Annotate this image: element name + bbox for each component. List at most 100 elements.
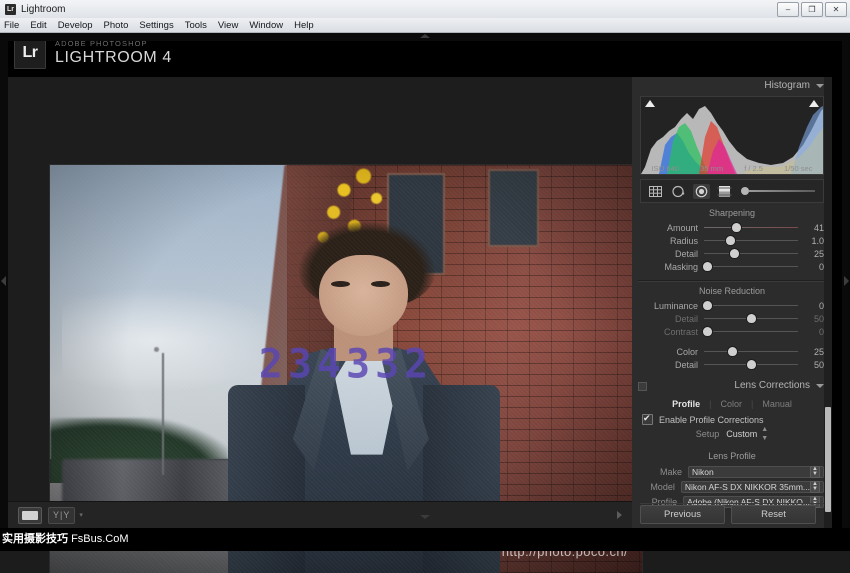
maximize-icon: ❐ bbox=[808, 4, 816, 14]
menu-item-edit[interactable]: Edit bbox=[30, 20, 46, 31]
slider-track-color[interactable] bbox=[704, 346, 798, 357]
lens-corrections-title: Lens Corrections bbox=[734, 380, 810, 391]
slider-track-luminance-detail[interactable] bbox=[704, 313, 798, 324]
exif-shutter: 1/50 sec bbox=[784, 164, 813, 173]
slider-value-detail[interactable]: 25 bbox=[798, 249, 824, 259]
graduated-filter-icon[interactable] bbox=[716, 184, 733, 199]
content-area: 234332 poco 摄影专题 http://photo.poco.cn/ Y… bbox=[8, 77, 642, 573]
close-button[interactable]: ✕ bbox=[825, 2, 847, 17]
lens-make-row[interactable]: Make Nikon ▲ ▼ bbox=[632, 464, 832, 479]
menu-item-develop[interactable]: Develop bbox=[58, 20, 93, 31]
slider-knob[interactable] bbox=[702, 301, 712, 310]
chevron-down-icon[interactable]: ▾ bbox=[79, 511, 83, 519]
lens-corrections-switch[interactable] bbox=[638, 382, 647, 391]
image-canvas[interactable]: 234332 poco 摄影专题 http://photo.poco.cn/ bbox=[8, 77, 642, 573]
enable-profile-corrections-label: Enable Profile Corrections bbox=[659, 414, 764, 425]
slider-knob[interactable] bbox=[726, 236, 736, 245]
reset-button[interactable]: Reset bbox=[731, 505, 816, 524]
right-panel-scrollbar[interactable] bbox=[824, 77, 832, 528]
slider-value-luminance-contrast[interactable]: 0 bbox=[798, 327, 824, 337]
slider-track-luminance-contrast[interactable] bbox=[702, 326, 798, 337]
right-panel: Histogram ISO 640 35 mm f / 2.5 1/50 sec… bbox=[632, 77, 832, 528]
chevron-down-icon[interactable] bbox=[816, 383, 824, 388]
menu-item-view[interactable]: View bbox=[218, 20, 238, 31]
slider-knob[interactable] bbox=[728, 347, 738, 356]
slider-track-color-detail[interactable] bbox=[704, 359, 798, 370]
tab-profile[interactable]: Profile bbox=[663, 399, 709, 409]
exif-focal: 35 mm bbox=[700, 164, 724, 173]
stepper-icon[interactable]: ▲ ▼ bbox=[761, 425, 768, 443]
slider-value-masking[interactable]: 0 bbox=[798, 262, 824, 272]
filmstrip-toggle[interactable] bbox=[420, 515, 430, 519]
identity-plate[interactable]: Lr ADOBE PHOTOSHOP LIGHTROOM 4 bbox=[14, 37, 172, 69]
slider-row[interactable]: Amount 41 bbox=[632, 221, 832, 234]
enable-profile-corrections-checkbox[interactable] bbox=[642, 413, 653, 425]
slider-row[interactable]: Luminance 0 bbox=[632, 299, 832, 312]
slider-track-amount[interactable] bbox=[704, 222, 798, 233]
shadow-clipping-indicator[interactable] bbox=[645, 100, 655, 107]
red-eye-correction-icon[interactable] bbox=[693, 183, 710, 199]
slider-row[interactable]: Color 25 bbox=[632, 345, 832, 358]
slider-row[interactable]: Detail 50 bbox=[632, 312, 832, 325]
slider-knob[interactable] bbox=[702, 327, 712, 336]
slider-row[interactable]: Contrast 0 bbox=[632, 325, 832, 338]
slider-knob[interactable] bbox=[730, 249, 740, 258]
photo-frame[interactable]: 234332 poco 摄影专题 http://photo.poco.cn/ bbox=[29, 121, 642, 573]
before-after-toggle[interactable]: Y|Y bbox=[48, 506, 76, 524]
slider-value-color[interactable]: 25 bbox=[798, 347, 824, 357]
menu-item-help[interactable]: Help bbox=[294, 20, 314, 31]
slider-track-radius[interactable] bbox=[704, 235, 798, 246]
toolbar-expand-arrow-icon[interactable] bbox=[617, 511, 622, 519]
slider-row[interactable]: Masking 0 bbox=[632, 260, 832, 273]
slider-track-luminance[interactable] bbox=[702, 300, 798, 311]
lens-corrections-header[interactable]: Lens Corrections bbox=[632, 377, 832, 394]
brush-slider-knob[interactable] bbox=[741, 187, 749, 195]
left-panel-toggle[interactable] bbox=[0, 33, 8, 528]
loupe-view-icon[interactable] bbox=[18, 506, 42, 524]
menu-item-tools[interactable]: Tools bbox=[185, 20, 207, 31]
spot-removal-icon[interactable] bbox=[670, 184, 687, 199]
slider-row[interactable]: Detail 50 bbox=[632, 358, 832, 371]
tab-manual[interactable]: Manual bbox=[753, 399, 801, 409]
chevron-left-icon bbox=[1, 275, 6, 286]
menu-item-photo[interactable]: Photo bbox=[104, 20, 129, 31]
panel-bottom-divider bbox=[640, 503, 824, 504]
right-panel-toggle[interactable] bbox=[842, 33, 850, 528]
minimize-button[interactable]: – bbox=[777, 2, 799, 17]
adjustment-brush-size-slider[interactable] bbox=[739, 186, 815, 196]
menu-item-file[interactable]: File bbox=[4, 20, 19, 31]
scrollbar-thumb[interactable] bbox=[825, 407, 831, 512]
slider-track-detail[interactable] bbox=[704, 248, 798, 259]
slider-row[interactable]: Detail 25 bbox=[632, 247, 832, 260]
chevron-down-icon[interactable] bbox=[816, 83, 824, 88]
enable-profile-corrections-row[interactable]: Enable Profile Corrections bbox=[632, 412, 832, 427]
tab-color[interactable]: Color bbox=[711, 399, 751, 409]
slider-knob[interactable] bbox=[702, 262, 712, 271]
slider-value-luminance-detail[interactable]: 50 bbox=[798, 314, 824, 324]
histogram-panel-header[interactable]: Histogram bbox=[632, 77, 832, 94]
menu-item-settings[interactable]: Settings bbox=[139, 20, 173, 31]
crop-overlay-icon[interactable] bbox=[647, 184, 664, 199]
highlight-clipping-indicator[interactable] bbox=[809, 100, 819, 107]
slider-value-color-detail[interactable]: 50 bbox=[798, 360, 824, 370]
lens-model-label: Model bbox=[650, 481, 675, 492]
slider-value-amount[interactable]: 41 bbox=[798, 223, 824, 233]
menu-bar: File Edit Develop Photo Settings Tools V… bbox=[0, 18, 850, 33]
previous-button[interactable]: Previous bbox=[640, 505, 725, 524]
lens-make-select[interactable]: Nikon ▲ ▼ bbox=[688, 465, 824, 478]
maximize-button[interactable]: ❐ bbox=[801, 2, 823, 17]
lens-model-select[interactable]: Nikon AF-S DX NIKKOR 35mm... ▲ ▼ bbox=[680, 480, 824, 493]
slider-track-masking[interactable] bbox=[702, 261, 798, 272]
slider-value-radius[interactable]: 1.0 bbox=[798, 236, 824, 246]
slider-value-luminance[interactable]: 0 bbox=[798, 301, 824, 311]
slider-row[interactable]: Radius 1.0 bbox=[632, 234, 832, 247]
histogram-graph[interactable]: ISO 640 35 mm f / 2.5 1/50 sec bbox=[640, 96, 824, 175]
menu-item-window[interactable]: Window bbox=[249, 20, 283, 31]
setup-row[interactable]: Setup Custom ▲ ▼ bbox=[632, 425, 832, 443]
slider-knob[interactable] bbox=[731, 223, 741, 232]
slider-knob[interactable] bbox=[747, 314, 756, 323]
lens-model-row[interactable]: Model Nikon AF-S DX NIKKOR 35mm... ▲ ▼ bbox=[632, 479, 832, 494]
setup-value[interactable]: Custom bbox=[726, 429, 757, 439]
slider-knob[interactable] bbox=[747, 360, 756, 369]
top-panel-toggle[interactable] bbox=[0, 33, 850, 41]
